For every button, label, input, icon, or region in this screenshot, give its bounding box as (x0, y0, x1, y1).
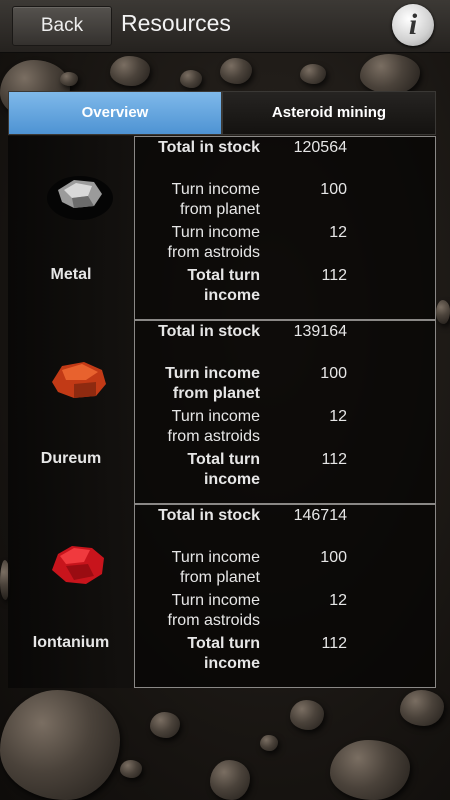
stat-label: Total turn income (187, 267, 260, 304)
resource-name: Metal (50, 266, 92, 283)
stat-value: 112 (321, 635, 347, 652)
stat-value: 12 (329, 408, 347, 425)
resource-name: Iontanium (32, 634, 110, 651)
resource-cell: Metal (8, 136, 134, 320)
resource-row-metal: Metal Total in stock 120564 Turn income f… (8, 136, 436, 320)
resource-cell: Iontanium (8, 504, 134, 688)
resource-stats: Total in stock 146714 Turn income from pl… (134, 504, 436, 688)
tab-asteroid-mining[interactable]: Asteroid mining (222, 91, 436, 135)
resource-name: Dureum (40, 450, 102, 467)
stat-value: 120564 (293, 139, 347, 156)
info-icon[interactable]: i (392, 4, 434, 46)
stat-label: Turn income from planet (171, 181, 260, 218)
stat-label: Turn income from astroids (167, 224, 260, 261)
resources-table: Metal Total in stock 120564 Turn income f… (8, 136, 436, 688)
stat-label: Total in stock (158, 323, 260, 340)
stat-value: 12 (329, 224, 347, 241)
stat-value: 112 (321, 451, 347, 468)
stat-label: Total turn income (187, 451, 260, 488)
stat-label: Total in stock (158, 139, 260, 156)
stat-label: Turn income from planet (171, 549, 260, 586)
stat-value: 100 (320, 549, 347, 566)
stat-label: Total turn income (187, 635, 260, 672)
metal-ore-icon (47, 176, 113, 220)
stat-value: 146714 (293, 507, 347, 524)
page-title: Resources (121, 10, 231, 36)
resource-stats: Total in stock 139164 Turn income from pl… (134, 320, 436, 504)
stat-value: 100 (320, 365, 347, 382)
resource-row-iontanium: Iontanium Total in stock 146714 Turn inc… (8, 504, 436, 688)
stat-label: Total in stock (158, 507, 260, 524)
resource-stats: Total in stock 120564 Turn income from pl… (134, 136, 436, 320)
header-bar: Back Resources i (0, 0, 450, 53)
resource-row-dureum: Dureum Total in stock 139164 Turn income… (8, 320, 436, 504)
resource-cell: Dureum (8, 320, 134, 504)
back-button[interactable]: Back (12, 6, 112, 46)
stat-label: Turn income from astroids (167, 592, 260, 629)
stat-value: 139164 (293, 323, 347, 340)
stat-label: Turn income from astroids (167, 408, 260, 445)
stat-label: Turn income from planet (165, 365, 260, 402)
tab-overview[interactable]: Overview (8, 91, 222, 135)
stat-value: 112 (321, 267, 347, 284)
tab-bar: Overview Asteroid mining (8, 91, 436, 135)
stat-value: 100 (320, 181, 347, 198)
stat-value: 12 (329, 592, 347, 609)
dureum-ore-icon (52, 362, 106, 398)
iontanium-ore-icon (52, 546, 104, 584)
